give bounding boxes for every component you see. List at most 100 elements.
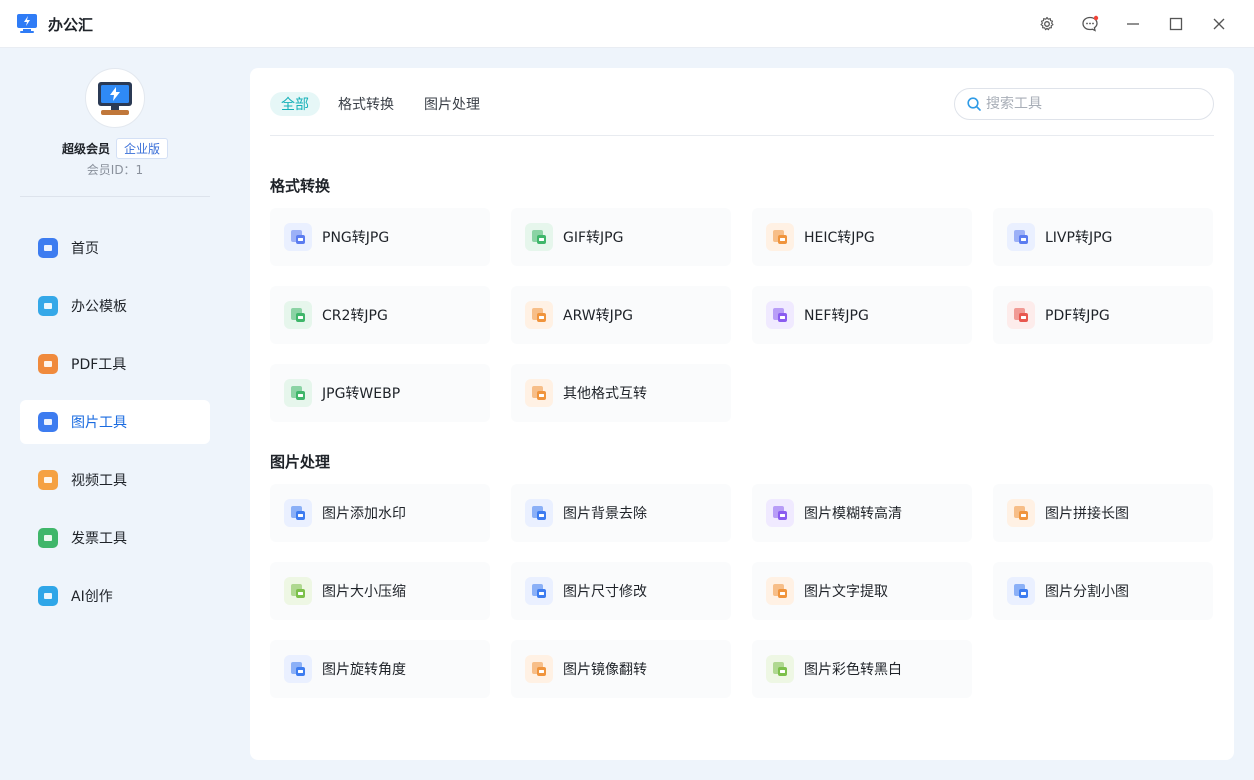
stitch-icon [1007, 499, 1035, 527]
section-title-format-convert: 格式转换 [270, 177, 331, 195]
tab-label: 图片处理 [424, 97, 480, 113]
computer-avatar-icon [98, 82, 132, 115]
tool-card[interactable]: ARW转JPG [511, 286, 731, 344]
main-panel: 全部 格式转换 图片处理 格式转换 PNG转JPG GIF转JPG HEIC转JPG… [250, 68, 1234, 760]
pdf-file-icon [38, 354, 58, 374]
tool-card-label: 图片镜像翻转 [563, 662, 647, 678]
tool-card-label: PNG转JPG [322, 230, 390, 246]
member-edition-badge: 企业版 [116, 137, 169, 159]
divider [20, 196, 210, 197]
sidebar-item-7[interactable]: AI创作 [20, 574, 210, 618]
pdf-convert-icon [1007, 301, 1035, 329]
tool-card[interactable]: 图片旋转角度 [270, 640, 490, 698]
watermark-icon [284, 499, 312, 527]
tool-card[interactable]: 图片大小压缩 [270, 562, 490, 620]
palette-icon [766, 655, 794, 683]
member-info: 超级会员 企业版 [0, 137, 230, 159]
settings-gear-icon[interactable] [1035, 12, 1059, 36]
section-title-image-processing: 图片处理 [270, 453, 331, 471]
sidebar: 超级会员 企业版 会员ID：1 首页办公模板 PDF工具图片工具视频工具发票工具 A… [0, 48, 230, 780]
background-remove-icon [525, 499, 553, 527]
message-chat-icon[interactable] [1078, 12, 1102, 36]
tool-card[interactable]: 图片背景去除 [511, 484, 731, 542]
sidebar-item-2[interactable]: 办公模板 [20, 284, 210, 328]
sidebar-item-label: PDF工具 [71, 357, 127, 373]
tool-card-label: 图片文字提取 [804, 584, 888, 600]
avatar[interactable] [85, 68, 145, 128]
tool-card-label: 图片彩色转黑白 [804, 662, 902, 678]
invoice-icon [38, 528, 58, 548]
tool-card[interactable]: CR2转JPG [270, 286, 490, 344]
image-icon [38, 412, 58, 432]
sidebar-item-label: 首页 [71, 241, 99, 257]
tool-card[interactable]: 图片添加水印 [270, 484, 490, 542]
tool-card[interactable]: 其他格式互转 [511, 364, 731, 422]
tool-card[interactable]: 图片尺寸修改 [511, 562, 731, 620]
tool-card[interactable]: LIVP转JPG [993, 208, 1213, 266]
tool-card-label: HEIC转JPG [804, 230, 875, 246]
tool-card[interactable]: NEF转JPG [752, 286, 972, 344]
cr2-convert-icon [284, 301, 312, 329]
tool-card[interactable]: HEIC转JPG [752, 208, 972, 266]
tool-card[interactable]: PNG转JPG [270, 208, 490, 266]
maximize-icon[interactable] [1164, 12, 1188, 36]
tool-card[interactable]: 图片文字提取 [752, 562, 972, 620]
heic-convert-icon [766, 223, 794, 251]
compress-icon [284, 577, 312, 605]
enhance-icon [766, 499, 794, 527]
tool-card-label: 图片添加水印 [322, 506, 406, 522]
nef-convert-icon [766, 301, 794, 329]
member-id: 会员ID：1 [86, 163, 144, 177]
video-icon [38, 470, 58, 490]
tool-card[interactable]: 图片模糊转高清 [752, 484, 972, 542]
tab-all[interactable]: 全部 [270, 92, 320, 116]
divider [270, 135, 1214, 136]
sidebar-item-4[interactable]: 图片工具 [20, 400, 210, 444]
sidebar-item-5[interactable]: 视频工具 [20, 458, 210, 502]
sidebar-item-label: 图片工具 [71, 415, 127, 431]
sidebar-item-label: AI创作 [71, 589, 113, 605]
sidebar-item-1[interactable]: 首页 [20, 226, 210, 270]
tool-card[interactable]: GIF转JPG [511, 208, 731, 266]
sidebar-item-3[interactable]: PDF工具 [20, 342, 210, 386]
title-bar: 办公汇 [0, 0, 1254, 48]
tool-card-label: ARW转JPG [563, 308, 633, 324]
tool-card-label: 图片分割小图 [1045, 584, 1129, 600]
tool-card[interactable]: JPG转WEBP [270, 364, 490, 422]
tab-image-processing[interactable]: 图片处理 [413, 92, 491, 116]
minimize-icon[interactable] [1121, 12, 1145, 36]
tool-card[interactable]: 图片拼接长图 [993, 484, 1213, 542]
member-name: 超级会员 [61, 141, 110, 156]
tool-card[interactable]: 图片彩色转黑白 [752, 640, 972, 698]
livp-convert-icon [1007, 223, 1035, 251]
gif-convert-icon [525, 223, 553, 251]
briefcase-icon [38, 296, 58, 316]
tool-card[interactable]: 图片镜像翻转 [511, 640, 731, 698]
tool-card-label: CR2转JPG [322, 308, 388, 324]
home-icon [38, 238, 58, 258]
close-icon[interactable] [1207, 12, 1231, 36]
resize-icon [525, 577, 553, 605]
text-extract-icon [766, 577, 794, 605]
rotate-icon [284, 655, 312, 683]
search-box[interactable] [954, 88, 1214, 120]
tab-label: 格式转换 [338, 97, 394, 113]
tool-card-label: 图片背景去除 [563, 506, 647, 522]
tool-card-label: JPG转WEBP [322, 386, 401, 402]
app-title: 办公汇 [48, 16, 94, 34]
tool-card[interactable]: 图片分割小图 [993, 562, 1213, 620]
tool-card-label: LIVP转JPG [1045, 230, 1113, 246]
arw-convert-icon [525, 301, 553, 329]
tab-label: 全部 [281, 97, 309, 113]
app-logo-icon [17, 14, 37, 33]
search-input[interactable] [986, 96, 1196, 112]
sidebar-item-label: 视频工具 [71, 473, 127, 489]
tab-format-convert[interactable]: 格式转换 [327, 92, 405, 116]
tool-card-label: 图片模糊转高清 [804, 506, 902, 522]
tool-card-label: 图片大小压缩 [322, 584, 406, 600]
tool-card-label: 图片尺寸修改 [563, 584, 647, 600]
tool-card[interactable]: PDF转JPG [993, 286, 1213, 344]
split-icon [1007, 577, 1035, 605]
sidebar-item-6[interactable]: 发票工具 [20, 516, 210, 560]
mirror-flip-icon [525, 655, 553, 683]
